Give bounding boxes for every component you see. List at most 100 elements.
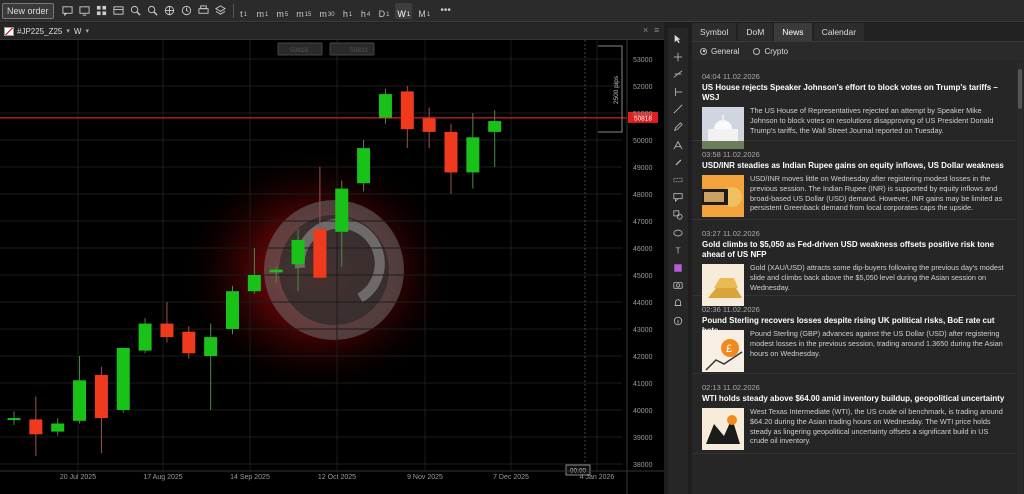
news-summary: The US House of Representatives rejected…: [750, 106, 994, 135]
trading-app: New order t 1 m 1 m 5 m 15 m 30 h 1 h 4 D 1 W 1 M 1 ••• #JP…: [0, 0, 1024, 494]
news-scrollbar[interactable]: [1017, 63, 1023, 494]
news-time: 03:58 11.02.2026: [702, 150, 760, 159]
callout-icon[interactable]: [670, 189, 686, 205]
candle-body: [29, 419, 43, 435]
filter-label: Crypto: [764, 46, 789, 56]
filter-crypto[interactable]: Crypto: [753, 47, 788, 56]
tab-news[interactable]: News: [774, 23, 812, 41]
chart-header: #JP225_Z25 ▾ W ▾ × ≡: [0, 23, 664, 40]
news-summary: USD/INR moves little on Wednesday after …: [750, 174, 1003, 213]
symbol-dropdown-icon[interactable]: ▾: [66, 27, 70, 35]
news-item[interactable]: 02:36 11.02.2026 Pound Sterling recovers …: [692, 296, 1016, 374]
candlestick-chart[interactable]: 508182500 pips50818 5083100:00 3800039000…: [0, 40, 664, 494]
timeframe-button-m15[interactable]: m 15: [294, 3, 313, 19]
x-tick-label: 4 Jan 2026: [580, 474, 615, 481]
japan-flag-icon: [4, 26, 14, 36]
measure-icon[interactable]: [670, 172, 686, 188]
crosshair-icon[interactable]: [162, 3, 177, 19]
news-item[interactable]: 03:27 11.02.2026 Gold climbs to $5,050 as…: [692, 220, 1016, 306]
ray-tool-icon[interactable]: [670, 84, 686, 100]
timeframe-button-M1[interactable]: M1: [416, 3, 432, 19]
layout-icon[interactable]: [111, 3, 126, 19]
pencil-icon[interactable]: [670, 119, 686, 135]
fibonacci-icon[interactable]: [670, 137, 686, 153]
tab-symbol[interactable]: Symbol: [692, 23, 737, 41]
timeframe-button-m5[interactable]: m5: [274, 3, 290, 19]
layers-icon[interactable]: [213, 3, 228, 19]
clock-icon[interactable]: [179, 3, 194, 19]
x-tick-label: 12 Oct 2025: [318, 474, 356, 481]
tab-dom[interactable]: DoM: [738, 23, 773, 41]
trendline-icon[interactable]: [670, 101, 686, 117]
candle-body: [400, 91, 414, 130]
y-tick-label: 50000: [633, 138, 653, 145]
timeframe-button-D1[interactable]: D1: [377, 3, 392, 19]
grid-icon[interactable]: [94, 3, 109, 19]
news-title[interactable]: Gold climbs to $5,050 as Fed-driven USD …: [702, 240, 1012, 260]
color-swatch-icon[interactable]: [670, 260, 686, 276]
news-thumbnail[interactable]: £: [702, 330, 744, 372]
more-icon[interactable]: •••: [438, 3, 453, 19]
news-summary: West Texas Intermediate (WTI), the US cr…: [750, 407, 1003, 446]
text-icon[interactable]: T: [670, 242, 686, 258]
line-tool-icon[interactable]: [670, 66, 686, 82]
timeframe-button-h4[interactable]: h4: [359, 3, 373, 19]
radio-icon[interactable]: [753, 47, 761, 55]
candle-body: [269, 269, 283, 273]
cursor-icon[interactable]: [670, 31, 686, 47]
y-tick-label: 45000: [633, 273, 653, 280]
info-icon[interactable]: [670, 313, 686, 329]
camera-icon[interactable]: [670, 277, 686, 293]
chart-menu-icon[interactable]: ≡: [654, 25, 659, 35]
timeframe-button-h1[interactable]: h1: [341, 3, 355, 19]
candle-body: [73, 380, 87, 421]
tab-calendar[interactable]: Calendar: [813, 23, 865, 41]
candle-body: [182, 331, 196, 354]
timeframe-letter: m: [276, 8, 284, 19]
chart-symbol[interactable]: #JP225_Z25: [17, 27, 62, 36]
timeframe-button-W1[interactable]: W1: [395, 2, 413, 19]
timeframe-letter: D: [378, 8, 386, 19]
candle-body: [357, 148, 371, 184]
y-tick-label: 46000: [633, 246, 653, 253]
print-icon[interactable]: [196, 3, 211, 19]
news-thumbnail[interactable]: [702, 175, 744, 217]
news-item[interactable]: 02:13 11.02.2026 WTI holds steady above $…: [692, 374, 1016, 454]
timeframe-letter: m: [319, 8, 327, 19]
news-item[interactable]: 03:58 11.02.2026 USD/INR steadies as Indi…: [692, 141, 1016, 220]
filter-general[interactable]: General: [700, 47, 739, 56]
panel-tabs: Symbol DoM News Calendar: [692, 23, 1024, 42]
ellipse-icon[interactable]: [670, 225, 686, 241]
chart-timeframe[interactable]: W: [74, 27, 82, 36]
timeframe-button-m30[interactable]: m 30: [317, 3, 336, 19]
news-title[interactable]: WTI holds steady above $64.00 amid inven…: [702, 394, 1012, 404]
candle-body: [313, 229, 327, 278]
radio-icon[interactable]: [700, 47, 707, 55]
timeframe-dropdown-icon[interactable]: ▾: [85, 27, 89, 35]
y-tick-label: 40000: [633, 408, 653, 415]
zoom-in-icon[interactable]: [128, 3, 143, 19]
timeframe-button-m1[interactable]: m1: [255, 3, 271, 19]
monitor-icon[interactable]: [77, 3, 92, 19]
close-chart-icon[interactable]: ×: [643, 25, 648, 35]
candle-body: [138, 323, 152, 351]
crosshair-tool-icon[interactable]: [670, 49, 686, 65]
chat-icon[interactable]: [60, 3, 75, 19]
news-thumbnail[interactable]: [702, 408, 744, 450]
news-time: 04:04 11.02.2026: [702, 72, 760, 81]
timeframe-multiplier: 1: [243, 11, 247, 18]
timeframe-button-t1[interactable]: t1: [237, 3, 251, 19]
alert-icon[interactable]: [670, 295, 686, 311]
shapes-icon[interactable]: [670, 207, 686, 223]
news-item[interactable]: 04:04 11.02.2026 US House rejects Speaker…: [692, 63, 1016, 149]
news-title[interactable]: USD/INR steadies as Indian Rupee gains o…: [702, 161, 1012, 171]
price-chart[interactable]: 50818 2500 pips 50818 50831 00:00 38000 39000…: [0, 40, 664, 494]
brush-icon[interactable]: [670, 154, 686, 170]
zoom-out-icon[interactable]: [145, 3, 160, 19]
timeframe-letter: m: [296, 8, 304, 19]
new-order-button[interactable]: New order: [2, 2, 54, 19]
candle-body: [94, 374, 108, 419]
scroll-thumb[interactable]: [1018, 69, 1022, 109]
news-title[interactable]: US House rejects Speaker Johnson's effor…: [702, 83, 1012, 103]
svg-text:T: T: [676, 245, 681, 255]
